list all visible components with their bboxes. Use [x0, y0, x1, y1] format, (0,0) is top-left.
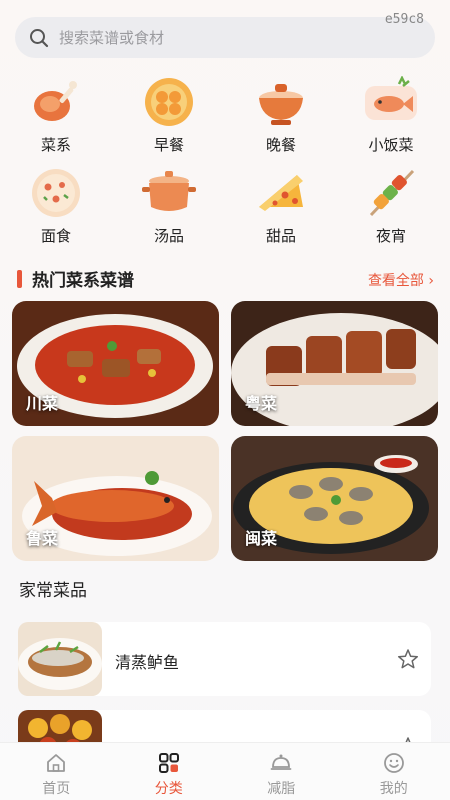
- search-icon: [30, 28, 49, 47]
- dish-thumbnail: [18, 622, 102, 696]
- search-bar[interactable]: 搜索菜谱或食材: [15, 17, 435, 58]
- fish-dish-icon: [365, 76, 417, 120]
- cuisine-card-shandong[interactable]: 鲁菜: [12, 436, 219, 561]
- accent-bar: [17, 269, 22, 288]
- category-dinner[interactable]: 晚餐: [236, 76, 326, 155]
- watermark-text: e59c8: [384, 12, 424, 27]
- category-label: 夜宵: [375, 227, 406, 245]
- category-label: 甜品: [265, 227, 296, 245]
- category-small-dishes[interactable]: 小饭菜: [346, 76, 436, 155]
- category-noodles[interactable]: 面食: [11, 167, 101, 246]
- pizza-icon: [32, 169, 80, 217]
- smiley-icon: [383, 753, 404, 773]
- tab-category[interactable]: 分类: [113, 743, 226, 800]
- tab-label: 我的: [379, 781, 408, 797]
- category-label: 小饭菜: [368, 136, 414, 154]
- category-label: 面食: [40, 227, 71, 245]
- category-soup[interactable]: 汤品: [124, 167, 214, 246]
- category-dessert[interactable]: 甜品: [236, 167, 326, 246]
- breakfast-plate-icon: [145, 78, 193, 126]
- cake-slice-icon: [259, 175, 303, 211]
- skewer-icon: [369, 169, 415, 217]
- category-breakfast[interactable]: 早餐: [124, 76, 214, 155]
- cuisine-name: 川菜: [26, 394, 59, 413]
- home-icon: [47, 754, 66, 772]
- cuisine-card-cantonese[interactable]: 粤菜: [231, 301, 438, 426]
- search-placeholder: 搜索菜谱或食材: [59, 29, 165, 47]
- category-label: 菜系: [40, 136, 71, 154]
- section-heading: 热门菜系菜谱: [32, 271, 134, 291]
- star-icon[interactable]: [397, 648, 419, 670]
- tab-label: 分类: [154, 781, 183, 797]
- tab-label: 首页: [42, 781, 71, 797]
- category-grid-icon: [158, 753, 179, 773]
- category-late-night[interactable]: 夜宵: [346, 167, 436, 246]
- cloche-icon: [270, 754, 292, 770]
- bottom-tab-bar: 首页 分类 减脂 我的: [0, 742, 450, 800]
- category-label: 晚餐: [265, 136, 296, 154]
- category-label: 汤品: [153, 227, 184, 245]
- home-dishes-title: 家常菜品: [19, 581, 87, 601]
- cuisine-card-sichuan[interactable]: 川菜: [12, 301, 219, 426]
- dish-row[interactable]: 清蒸鲈鱼: [18, 622, 431, 696]
- soup-pot-icon: [142, 171, 196, 211]
- category-cuisine[interactable]: 菜系: [11, 76, 101, 155]
- tab-fat-loss[interactable]: 减脂: [225, 743, 338, 800]
- cuisine-name: 鲁菜: [26, 529, 59, 548]
- cuisine-name: 粤菜: [245, 394, 278, 413]
- tab-label: 减脂: [267, 781, 296, 797]
- hotpot-icon: [259, 84, 303, 125]
- cuisine-name: 闽菜: [245, 529, 278, 548]
- popular-section-title: 热门菜系菜谱: [17, 266, 134, 291]
- view-all-link[interactable]: 查看全部 ›: [368, 270, 434, 290]
- dish-name: 清蒸鲈鱼: [115, 653, 180, 672]
- cuisine-card-fujian[interactable]: 闽菜: [231, 436, 438, 561]
- tab-profile[interactable]: 我的: [338, 743, 450, 800]
- ham-icon: [34, 81, 77, 121]
- tab-home[interactable]: 首页: [0, 743, 113, 800]
- category-label: 早餐: [153, 136, 184, 154]
